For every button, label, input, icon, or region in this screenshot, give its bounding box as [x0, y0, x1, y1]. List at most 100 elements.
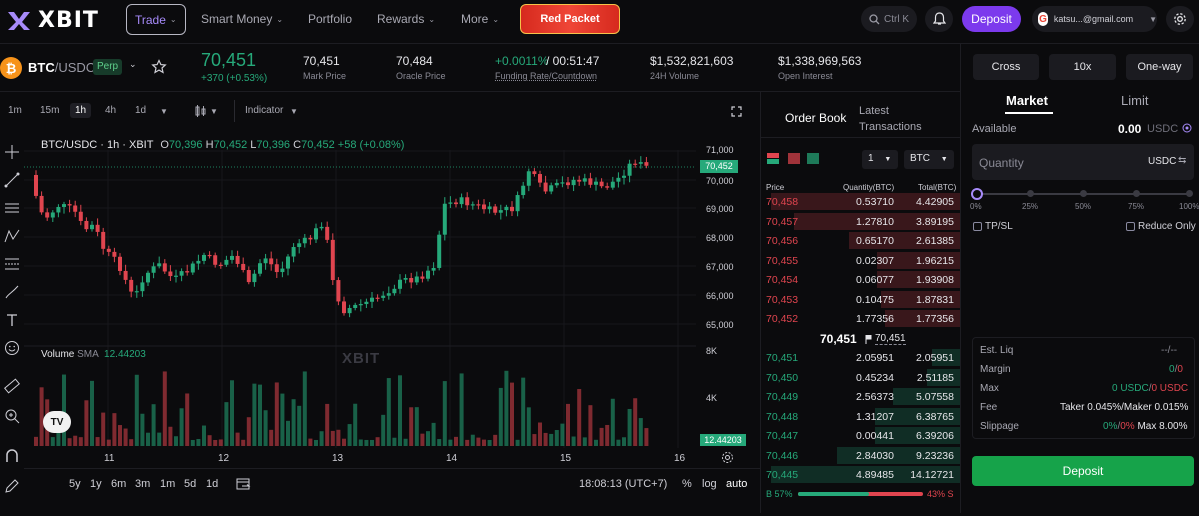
tab-latest-transactions[interactable]: Latest Transactions: [859, 103, 922, 135]
timeframe-4h[interactable]: 4h: [105, 105, 116, 116]
nav-rewards[interactable]: Rewards ⌄: [377, 12, 435, 26]
orderbook-row[interactable]: 70,458 0.53710 4.42905: [761, 192, 961, 212]
pattern-icon: [4, 229, 20, 243]
slider-dot[interactable]: [1186, 190, 1193, 197]
tab-order-book[interactable]: Order Book: [785, 111, 846, 125]
tpsl-checkbox[interactable]: [973, 222, 982, 231]
slider-handle[interactable]: [971, 188, 983, 200]
add-circle-icon[interactable]: [1182, 123, 1192, 133]
candlestick-chart-svg[interactable]: [24, 130, 760, 513]
fullscreen-icon[interactable]: [731, 106, 742, 117]
slider-dot[interactable]: [1133, 190, 1140, 197]
account-menu[interactable]: G katsu...@gmail.com ▼: [1032, 6, 1157, 32]
range-5y[interactable]: 5y: [69, 478, 81, 490]
orderbook-row[interactable]: 70,448 1.31207 6.38765: [761, 407, 961, 427]
est-liq-value: --/--: [1161, 345, 1178, 356]
orderbook-row[interactable]: 70,455 0.02307 1.96215: [761, 251, 961, 271]
log-toggle[interactable]: log: [702, 478, 717, 490]
crosshair-tool[interactable]: [2, 142, 22, 162]
volume-bar: [230, 380, 234, 446]
caret-down-icon[interactable]: ▼: [290, 107, 298, 116]
red-packet-banner[interactable]: Red Packet: [520, 4, 620, 34]
caret-down-icon[interactable]: ▼: [160, 107, 168, 116]
view-both-icon[interactable]: [767, 153, 779, 164]
orderbook-row[interactable]: 70,453 0.10475 1.87831: [761, 290, 961, 310]
available-label: Available: [972, 123, 1017, 135]
pattern-tool[interactable]: [2, 226, 22, 246]
price-step-select[interactable]: 1 ▼: [862, 150, 898, 169]
view-bids-icon[interactable]: [807, 153, 819, 164]
reduce-only-checkbox[interactable]: [1126, 222, 1135, 231]
chevron-down-icon[interactable]: ⌄: [129, 59, 137, 70]
pair-selector[interactable]: BTC/USDC: [28, 60, 95, 75]
range-1m[interactable]: 1m: [160, 478, 175, 490]
orderbook-row[interactable]: 70,450 0.45234 2.51185: [761, 368, 961, 388]
orderbook-row[interactable]: 70,456 0.65170 2.61385: [761, 231, 961, 251]
orderbook-row[interactable]: 70,452 1.77356 1.77356: [761, 309, 961, 329]
orderbook-row[interactable]: 70,457 1.27810 3.89195: [761, 212, 961, 232]
fib-tool[interactable]: [2, 254, 22, 274]
leverage-button[interactable]: 10x: [1049, 54, 1116, 80]
settings-button[interactable]: [1166, 6, 1194, 32]
horizontal-lines-tool[interactable]: [2, 198, 22, 218]
orderbook-row[interactable]: 70,454 0.06077 1.93908: [761, 270, 961, 290]
price-chart[interactable]: BTC/USDC · 1h · XBIT O70,396 H70,452 L70…: [24, 130, 760, 513]
star-icon[interactable]: [151, 59, 167, 75]
range-5d[interactable]: 5d: [184, 478, 196, 490]
orderbook-row[interactable]: 70,451 2.05951 2.05951: [761, 348, 961, 368]
timeframe-1h[interactable]: 1h: [70, 103, 92, 118]
nav-smart-money[interactable]: Smart Money ⌄: [201, 12, 283, 26]
orderbook-row[interactable]: 70,445 4.89485 14.12721: [761, 465, 961, 485]
swap-icon[interactable]: ⇆: [1178, 155, 1186, 166]
deposit-button-top[interactable]: Deposit: [962, 6, 1021, 32]
range-1y[interactable]: 1y: [90, 478, 102, 490]
trendline-tool[interactable]: [2, 170, 22, 190]
row-quantity: 0.00441: [856, 430, 894, 442]
candle-type-icon[interactable]: [194, 104, 208, 118]
magnet-tool[interactable]: [2, 446, 22, 466]
ruler-tool[interactable]: [2, 376, 22, 396]
unit-select[interactable]: BTC ▼: [904, 150, 954, 169]
range-3m[interactable]: 3m: [135, 478, 150, 490]
range-1d[interactable]: 1d: [206, 478, 218, 490]
zoom-tool[interactable]: [2, 406, 22, 426]
orderbook-row[interactable]: 70,449 2.56373 5.07558: [761, 387, 961, 407]
lock-drawing-tool[interactable]: [2, 476, 22, 496]
deposit-button[interactable]: Deposit: [972, 456, 1194, 486]
nav-portfolio[interactable]: Portfolio: [308, 12, 352, 26]
candle-body: [470, 204, 475, 206]
tab-market[interactable]: Market: [1006, 93, 1048, 108]
slippage-value-b: 0%: [1120, 421, 1135, 432]
slippage-value[interactable]: 0%/0% Max 8.00%: [1103, 421, 1188, 432]
emoji-tool[interactable]: [2, 338, 22, 358]
timeframe-1m[interactable]: 1m: [8, 105, 22, 116]
nav-more[interactable]: More ⌄: [461, 12, 499, 26]
auto-toggle[interactable]: auto: [726, 478, 747, 490]
timeframe-1d[interactable]: 1d: [135, 105, 146, 116]
chart-settings-icon[interactable]: [721, 451, 734, 464]
xbit-logo[interactable]: XBIT: [6, 8, 99, 33]
text-tool[interactable]: [2, 310, 22, 330]
row-quantity: 2.84030: [856, 449, 894, 462]
quantity-input[interactable]: Quantity USDC ⇆: [972, 144, 1194, 180]
search-button[interactable]: Ctrl K: [861, 6, 917, 32]
nav-trade[interactable]: Trade ⌄: [126, 4, 186, 35]
date-range-icon[interactable]: [236, 477, 251, 491]
view-asks-icon[interactable]: [788, 153, 800, 164]
caret-down-icon[interactable]: ▼: [210, 107, 218, 116]
notifications-button[interactable]: [925, 6, 953, 32]
range-6m[interactable]: 6m: [111, 478, 126, 490]
percent-toggle[interactable]: %: [682, 478, 692, 490]
slider-dot[interactable]: [1027, 190, 1034, 197]
brush-tool[interactable]: [2, 282, 22, 302]
indicator-button[interactable]: Indicator: [245, 105, 283, 116]
orderbook-row[interactable]: 70,446 2.84030 9.23236: [761, 446, 961, 466]
position-mode-button[interactable]: One-way: [1126, 54, 1193, 80]
margin-mode-button[interactable]: Cross: [973, 54, 1039, 80]
row-price: 70,445: [766, 469, 799, 481]
timeframe-15m[interactable]: 15m: [40, 105, 59, 116]
tradingview-logo[interactable]: TV: [43, 411, 71, 433]
orderbook-row[interactable]: 70,447 0.00441 6.39206: [761, 426, 961, 446]
slider-dot[interactable]: [1080, 190, 1087, 197]
tab-limit[interactable]: Limit: [1121, 93, 1148, 108]
